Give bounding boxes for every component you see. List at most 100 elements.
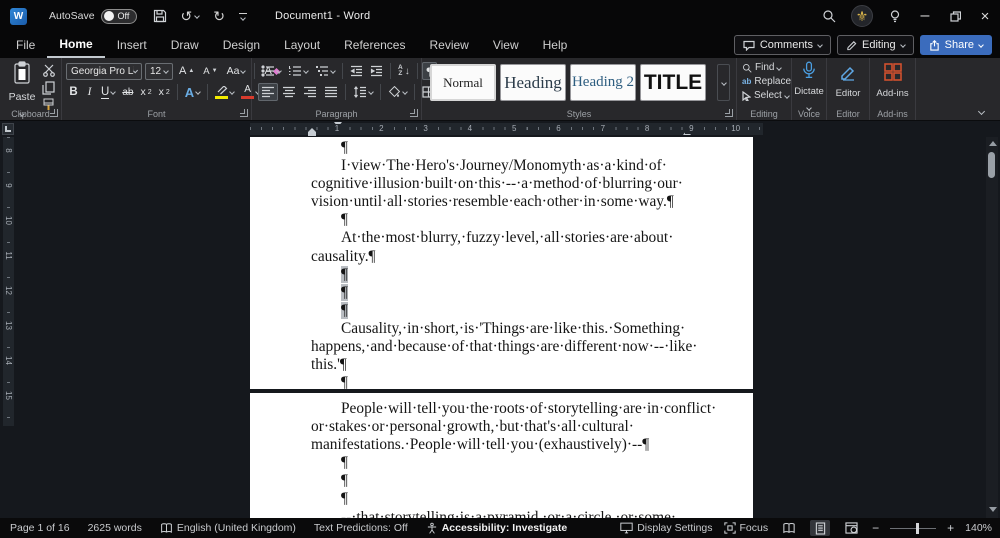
page-indicator[interactable]: Page 1 of 16	[10, 522, 70, 534]
document-line[interactable]: --·that·storytelling·is·a·pyramid,·or·a·…	[311, 509, 697, 518]
zoom-out-button[interactable]: −	[872, 521, 879, 535]
change-case-button[interactable]: Aa	[224, 62, 249, 80]
styles-gallery-more-button[interactable]	[717, 64, 730, 101]
superscript-button[interactable]: x2	[156, 83, 173, 101]
document-line[interactable]: happens,·and·because·of·that·things·are·…	[311, 338, 697, 356]
document-line[interactable]: ¶	[311, 454, 697, 472]
tab-selector[interactable]	[2, 123, 14, 135]
scroll-down-icon[interactable]	[989, 507, 997, 512]
grow-font-button[interactable]: A ▲	[176, 62, 197, 80]
document-line[interactable]: ¶	[311, 283, 697, 302]
word-count[interactable]: 2625 words	[88, 522, 142, 534]
redo-icon[interactable]: ↻	[213, 9, 225, 23]
autosave-toggle[interactable]: Off	[100, 8, 137, 24]
tab-design[interactable]: Design	[211, 32, 272, 58]
select-button[interactable]: Select	[742, 90, 790, 101]
addins-button[interactable]: Add-ins	[870, 63, 915, 99]
italic-button[interactable]: I	[82, 83, 97, 101]
avatar[interactable]: ⚜	[844, 0, 880, 32]
font-name-select[interactable]: Georgia Pro Light	[66, 62, 142, 80]
document-line[interactable]: manifestations.·People·will·tell·you·(ex…	[311, 436, 697, 454]
document-line[interactable]: People·will·tell·you·the·roots·of·storyt…	[311, 400, 716, 418]
replace-button[interactable]: ab Replace	[742, 76, 791, 87]
web-layout-button[interactable]	[841, 520, 861, 536]
dictate-button[interactable]: Dictate	[792, 61, 826, 115]
style-normal[interactable]: Normal	[430, 64, 496, 101]
page-2[interactable]: People·will·tell·you·the·roots·of·storyt…	[250, 393, 753, 518]
left-indent-marker[interactable]	[308, 132, 316, 136]
tab-help[interactable]: Help	[531, 32, 580, 58]
font-size-select[interactable]: 12	[145, 62, 173, 80]
tab-draw[interactable]: Draw	[159, 32, 211, 58]
decrease-indent-button[interactable]	[347, 62, 366, 80]
document-line[interactable]: ¶	[311, 211, 697, 229]
print-layout-button[interactable]	[810, 520, 831, 536]
highlight-button[interactable]	[212, 83, 237, 101]
editor-button[interactable]: Editor	[827, 63, 869, 99]
tab-home[interactable]: Home	[47, 32, 105, 58]
editing-mode-button[interactable]: Editing	[837, 35, 914, 55]
find-button[interactable]: Find	[742, 62, 783, 73]
display-settings-button[interactable]: Display Settings	[620, 522, 713, 534]
share-button[interactable]: Share	[919, 35, 992, 55]
style-title[interactable]: TITLE	[640, 64, 706, 101]
document-line[interactable]: ¶	[311, 265, 697, 284]
zoom-in-button[interactable]: +	[947, 521, 954, 535]
zoom-slider[interactable]	[890, 522, 937, 534]
proofing-status[interactable]: English (United Kingdom)	[160, 522, 296, 534]
lightbulb-icon[interactable]	[880, 0, 910, 32]
document-line[interactable]: ¶	[311, 139, 697, 157]
horizontal-ruler[interactable]: 1 2 3 4 5 6 7 8 9 10	[250, 122, 763, 136]
read-mode-button[interactable]	[779, 520, 799, 536]
document-line[interactable]: I·view·The·Hero's·Journey/Monomyth·as·a·…	[311, 157, 697, 175]
sort-button[interactable]: AZ ↓	[395, 62, 413, 80]
justify-button[interactable]	[321, 83, 341, 101]
autosave-control[interactable]: AutoSave Off	[49, 8, 137, 24]
customize-qat-icon[interactable]	[239, 12, 248, 21]
line-spacing-button[interactable]	[350, 83, 376, 101]
cut-button[interactable]	[42, 64, 56, 82]
zoom-level[interactable]: 140%	[965, 522, 992, 534]
close-button[interactable]: ×	[970, 0, 1000, 32]
vertical-scrollbar[interactable]	[986, 137, 998, 518]
bullets-button[interactable]	[258, 62, 284, 80]
restore-button[interactable]	[940, 0, 970, 32]
document-line[interactable]: causality.¶	[311, 248, 697, 266]
shading-button[interactable]	[385, 83, 410, 101]
underline-button[interactable]: U	[98, 83, 118, 101]
text-predictions[interactable]: Text Predictions: Off	[314, 522, 408, 534]
numbering-button[interactable]	[285, 62, 311, 80]
clipboard-dialog-launcher[interactable]	[50, 109, 58, 117]
search-icon[interactable]	[814, 0, 844, 32]
word-logo-icon[interactable]: W	[10, 7, 27, 25]
tab-view[interactable]: View	[481, 32, 531, 58]
accessibility-status[interactable]: Accessibility: Investigate	[426, 522, 567, 535]
tab-file[interactable]: File	[4, 32, 47, 58]
minimize-button[interactable]: –	[910, 0, 940, 32]
document-line[interactable]: this.'¶	[311, 356, 697, 374]
increase-indent-button[interactable]	[367, 62, 386, 80]
multilevel-list-button[interactable]	[312, 62, 338, 80]
document-line[interactable]: ¶	[311, 472, 697, 490]
document-line[interactable]: At·the·most·blurry,·fuzzy·level,·all·sto…	[311, 229, 697, 247]
document-line[interactable]: ¶	[311, 374, 697, 389]
tab-review[interactable]: Review	[417, 32, 480, 58]
align-left-button[interactable]	[258, 83, 278, 101]
align-center-button[interactable]	[279, 83, 299, 101]
bold-button[interactable]: B	[66, 83, 81, 101]
styles-dialog-launcher[interactable]	[725, 109, 733, 117]
subscript-button[interactable]: x2	[137, 83, 154, 101]
tab-insert[interactable]: Insert	[105, 32, 159, 58]
scroll-up-icon[interactable]	[989, 141, 997, 146]
style-heading[interactable]: Heading	[500, 64, 566, 101]
tab-layout[interactable]: Layout	[272, 32, 332, 58]
save-icon[interactable]	[153, 9, 167, 23]
font-dialog-launcher[interactable]	[240, 109, 248, 117]
document-line[interactable]: vision·until·all·stories·resemble·each·o…	[311, 193, 697, 211]
comments-button[interactable]: Comments	[733, 35, 831, 55]
vertical-ruler[interactable]: 8 9 10 11 12 13 14 15	[3, 137, 14, 426]
page-1[interactable]: ¶ I·view·The·Hero's·Journey/Monomyth·as·a…	[250, 137, 753, 389]
document-line[interactable]: cognitive·illusion·built·on·this·--·a·me…	[311, 175, 697, 193]
paragraph-dialog-launcher[interactable]	[410, 109, 418, 117]
strikethrough-button[interactable]: ab	[119, 83, 136, 101]
